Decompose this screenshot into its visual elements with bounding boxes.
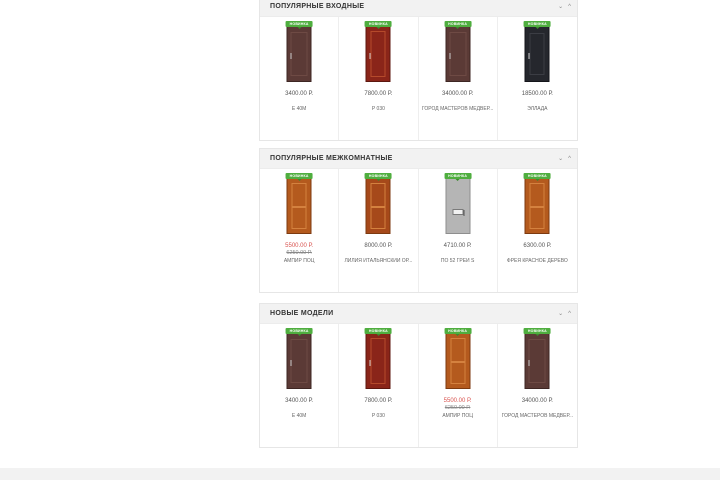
door-image[interactable] (445, 178, 471, 234)
door-image[interactable] (286, 333, 312, 389)
section-header: Популярные входные ⌄ ^ (260, 0, 577, 17)
new-badge: Новинка (364, 21, 392, 29)
section-popular-interior: Популярные межкомнатные ⌄ ^ Новинка 5500… (259, 148, 578, 293)
product-card[interactable]: Новинка 18500.00 Р. ЭЛЛАДА (498, 17, 577, 140)
product-name[interactable]: ГОРОД МАСТЕРОВ МЕДВЕР... (422, 106, 494, 112)
door-image[interactable] (365, 333, 391, 389)
new-badge: Новинка (444, 328, 472, 336)
new-badge: Новинка (364, 328, 392, 336)
product-price: 4710.00 Р. (443, 243, 472, 249)
product-old-price: 6250.00 Р. (286, 250, 312, 256)
product-card[interactable]: Новинка 7800.00 Р. Р 030 (339, 17, 419, 140)
chevron-up-icon[interactable]: ^ (568, 311, 571, 317)
door-image[interactable] (365, 178, 391, 234)
product-name[interactable]: Р 030 (342, 413, 414, 419)
product-grid: Новинка 5500.00 Р. 6250.00 Р. АМПИР ПОЦ … (260, 169, 577, 292)
section-popular-entrance: Популярные входные ⌄ ^ Новинка 3400.00 Р… (259, 0, 578, 141)
product-card[interactable]: Новинка 34000.00 Р. ГОРОД МАСТЕРОВ МЕДВЕ… (419, 17, 498, 140)
product-card[interactable]: Новинка 4710.00 Р. ПО 52 ГРЕЙ S (419, 169, 498, 292)
section-new-models: Новые модели ⌄ ^ Новинка 3400.00 Р. Е 40… (259, 303, 578, 448)
product-grid: Новинка 3400.00 Р. Е 40М Новинка 7800.00… (260, 17, 577, 140)
product-name[interactable]: Е 40М (263, 413, 335, 419)
new-badge: Новинка (364, 173, 392, 181)
chevron-down-icon[interactable]: ⌄ (558, 4, 563, 10)
product-grid: Новинка 3400.00 Р. Е 40М Новинка 7800.00… (260, 324, 577, 447)
door-image[interactable] (524, 26, 550, 82)
door-image[interactable] (445, 26, 471, 82)
product-card[interactable]: Новинка 3400.00 Р. Е 40М (260, 17, 340, 140)
product-name[interactable]: ПО 52 ГРЕЙ S (422, 258, 494, 264)
product-sale-price: 5500.00 Р. (285, 243, 314, 249)
chevron-up-icon[interactable]: ^ (568, 4, 571, 10)
product-price: 7800.00 Р. (364, 91, 393, 97)
product-name[interactable]: ЛИЛИЯ ИТАЛЬЯНСКИЙ ОР... (342, 258, 414, 264)
new-badge: Новинка (523, 328, 551, 336)
chevron-down-icon[interactable]: ⌄ (558, 311, 563, 317)
door-image[interactable] (286, 178, 312, 234)
product-sale-price: 5500.00 Р. (443, 398, 472, 404)
section-title: Популярные межкомнатные (270, 155, 393, 162)
product-price: 7800.00 Р. (364, 398, 393, 404)
door-image[interactable] (365, 26, 391, 82)
new-badge: Новинка (523, 173, 551, 181)
section-title: Популярные входные (270, 3, 365, 10)
product-name[interactable]: ЭЛЛАДА (501, 106, 574, 112)
new-badge: Новинка (285, 173, 313, 181)
chevron-up-icon[interactable]: ^ (568, 156, 571, 162)
section-header: Популярные межкомнатные ⌄ ^ (260, 149, 577, 169)
new-badge: Новинка (523, 21, 551, 29)
product-price: 18500.00 Р. (521, 91, 553, 97)
section-header: Новые модели ⌄ ^ (260, 304, 577, 324)
new-badge: Новинка (285, 328, 313, 336)
product-name[interactable]: ГОРОД МАСТЕРОВ МЕДВЕР... (501, 413, 574, 419)
new-badge: Новинка (444, 173, 472, 181)
product-price: 3400.00 Р. (285, 91, 314, 97)
product-old-price: 6250.00 Р. (444, 405, 471, 411)
footer-bar (0, 468, 720, 480)
product-name[interactable]: Р 030 (342, 106, 414, 112)
new-badge: Новинка (285, 21, 313, 29)
product-card[interactable]: Новинка 8000.00 Р. ЛИЛИЯ ИТАЛЬЯНСКИЙ ОР.… (339, 169, 419, 292)
product-card[interactable]: Новинка 3400.00 Р. Е 40М (260, 324, 340, 447)
door-image[interactable] (445, 333, 471, 389)
product-card[interactable]: Новинка 34000.00 Р. ГОРОД МАСТЕРОВ МЕДВЕ… (498, 324, 577, 447)
product-price: 8000.00 Р. (364, 243, 393, 249)
product-price: 6300.00 Р. (523, 243, 552, 249)
product-price: 34000.00 Р. (442, 91, 474, 97)
product-name[interactable]: АМПИР ПОЦ (422, 413, 494, 419)
product-name[interactable]: Е 40М (263, 106, 335, 112)
product-card[interactable]: Новинка 6300.00 Р. ФРЕЯ КРАСНОЕ ДЕРЕВО (498, 169, 577, 292)
new-badge: Новинка (444, 21, 472, 29)
product-card[interactable]: Новинка 5500.00 Р. 6250.00 Р. АМПИР ПОЦ (419, 324, 498, 447)
door-image[interactable] (524, 178, 550, 234)
product-price: 34000.00 Р. (521, 398, 553, 404)
product-name[interactable]: ФРЕЯ КРАСНОЕ ДЕРЕВО (501, 258, 574, 264)
chevron-down-icon[interactable]: ⌄ (558, 156, 563, 162)
door-image[interactable] (286, 26, 312, 82)
product-card[interactable]: Новинка 7800.00 Р. Р 030 (339, 324, 419, 447)
product-name[interactable]: АМПИР ПОЦ (263, 258, 335, 264)
door-image[interactable] (524, 333, 550, 389)
product-price: 3400.00 Р. (285, 398, 314, 404)
product-card[interactable]: Новинка 5500.00 Р. 6250.00 Р. АМПИР ПОЦ (260, 169, 340, 292)
section-title: Новые модели (270, 310, 334, 317)
